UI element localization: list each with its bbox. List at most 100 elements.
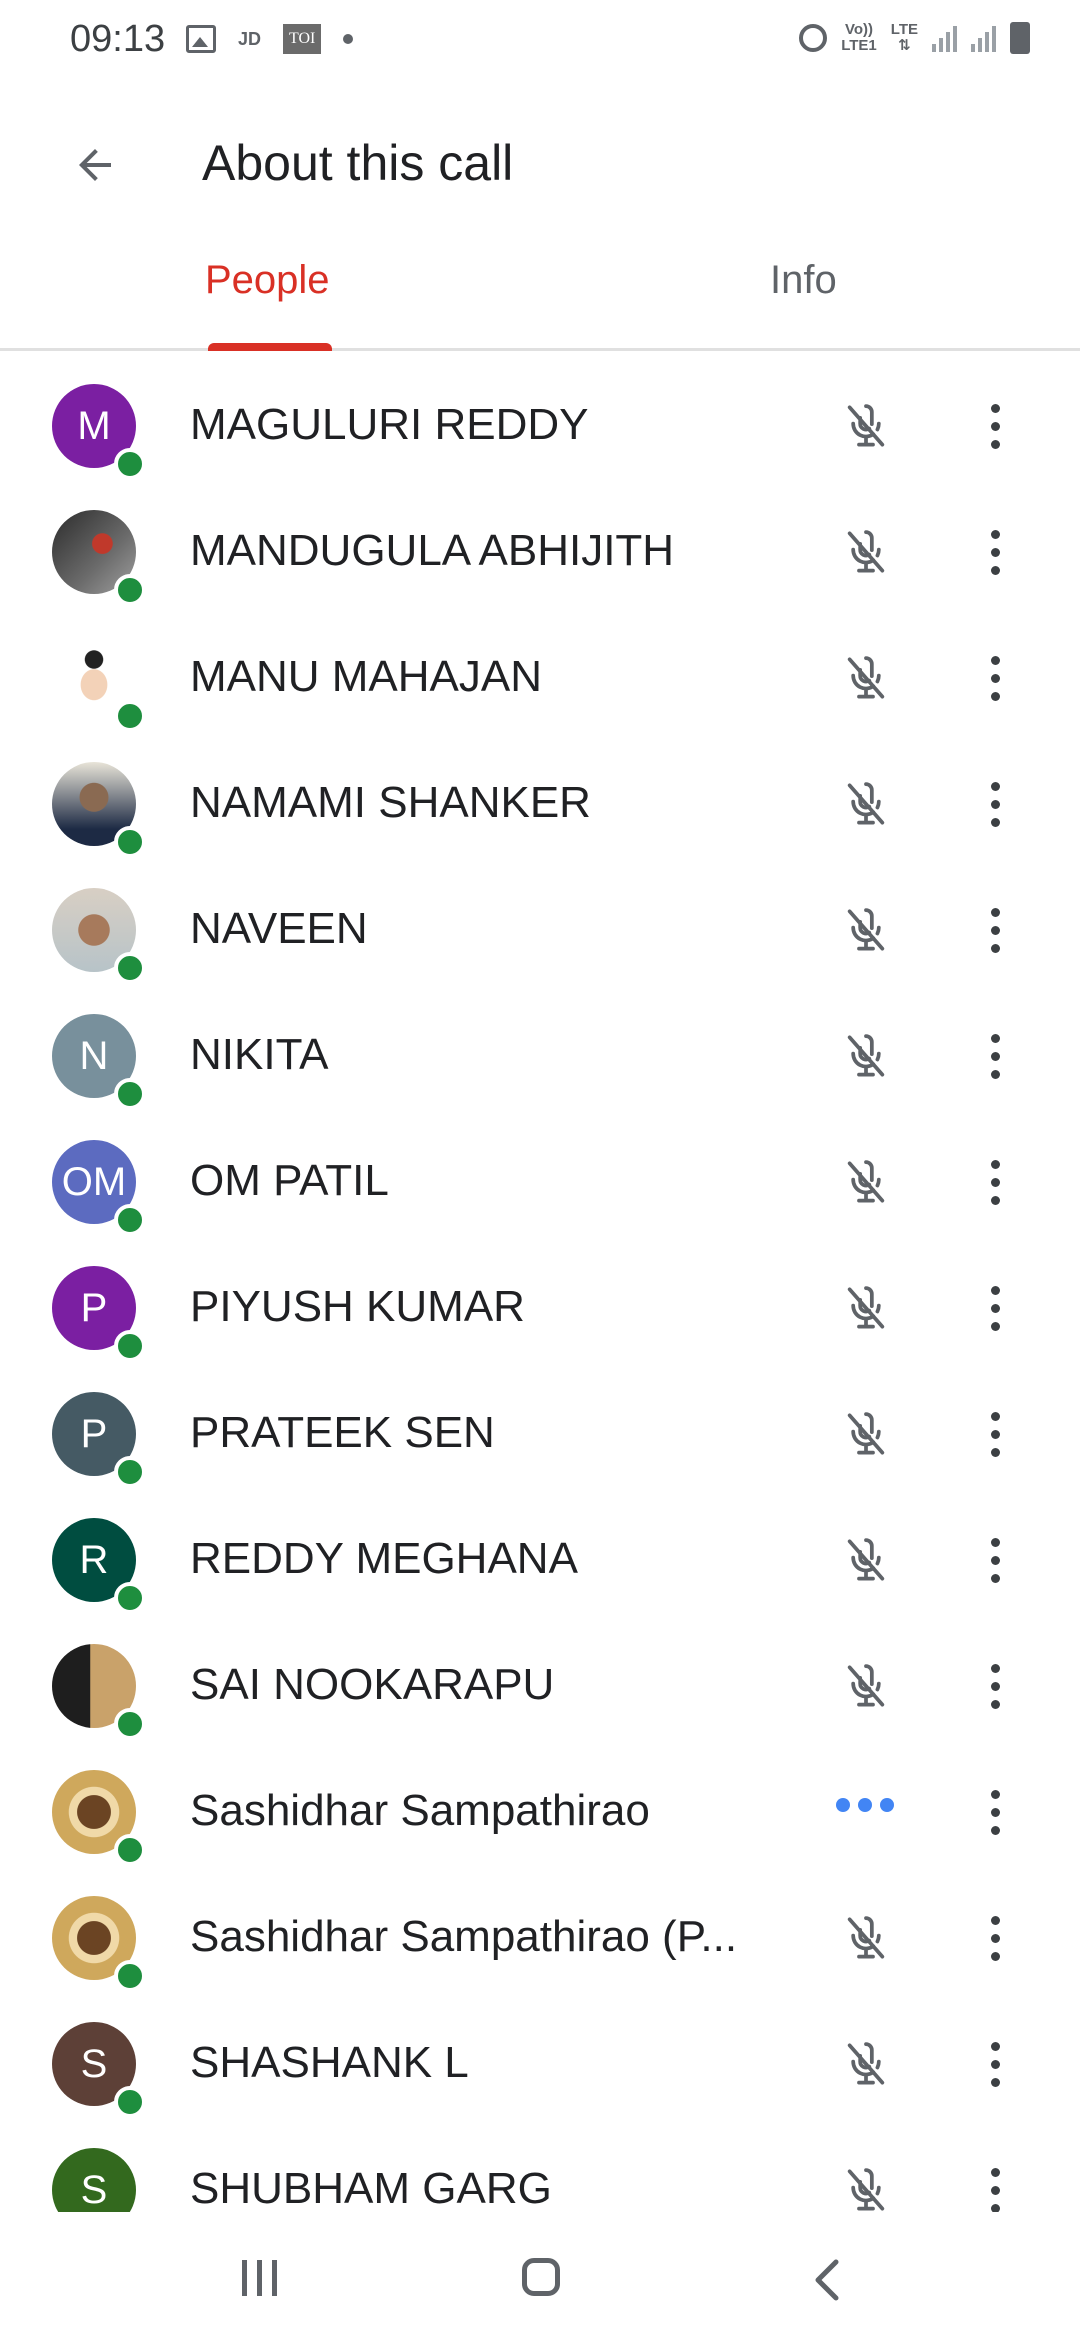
participant-row[interactable]: S SHASHANK L xyxy=(0,2000,1080,2126)
presence-indicator xyxy=(114,1960,146,1992)
recent-apps-icon[interactable] xyxy=(242,2260,277,2296)
presence-indicator xyxy=(114,826,146,858)
more-options-icon[interactable] xyxy=(970,1656,1020,1716)
more-options-icon[interactable] xyxy=(970,1908,1020,1968)
participant-name: MANU MAHAJAN xyxy=(190,652,543,701)
mic-off-icon xyxy=(847,1034,885,1077)
tab-bar: People Info xyxy=(0,240,1080,351)
more-options-icon[interactable] xyxy=(970,900,1020,960)
more-options-icon[interactable] xyxy=(970,2034,1020,2094)
participant-row[interactable]: S SHUBHAM GARG xyxy=(0,2126,1080,2212)
mic-off-icon xyxy=(847,404,885,447)
signal-icon xyxy=(971,24,996,52)
image-icon xyxy=(186,25,216,53)
avatar: S xyxy=(52,2148,136,2212)
avatar-initials: P xyxy=(80,1285,108,1330)
mic-off-icon xyxy=(847,530,885,573)
tab-info[interactable]: Info xyxy=(770,258,837,348)
app-bar: About this call xyxy=(0,110,1080,210)
presence-indicator xyxy=(114,574,146,606)
status-bar: 09:13 JD TOI Vo)) LTE1 LTE ⇅ xyxy=(0,0,1080,84)
mic-off-icon xyxy=(847,1538,885,1581)
participant-name: OM PATIL xyxy=(190,1156,389,1205)
more-options-icon[interactable] xyxy=(970,648,1020,708)
avatar-initials: R xyxy=(79,1537,109,1582)
participant-row[interactable]: MANU MAHAJAN xyxy=(0,614,1080,740)
more-options-icon[interactable] xyxy=(970,774,1020,834)
participant-row[interactable]: R REDDY MEGHANA xyxy=(0,1496,1080,1622)
presence-indicator xyxy=(114,1078,146,1110)
mic-off-icon xyxy=(847,1664,885,1707)
presence-indicator xyxy=(114,1834,146,1866)
participant-name: NAVEEN xyxy=(190,904,368,953)
more-options-icon[interactable] xyxy=(970,2160,1020,2212)
participant-name: SAI NOOKARAPU xyxy=(190,1660,555,1709)
participant-row[interactable]: P PIYUSH KUMAR xyxy=(0,1244,1080,1370)
participant-name: REDDY MEGHANA xyxy=(190,1534,578,1583)
participant-row[interactable]: NAMAMI SHANKER xyxy=(0,740,1080,866)
status-time: 09:13 xyxy=(70,18,166,60)
tab-people[interactable]: People xyxy=(205,258,330,348)
battery-icon xyxy=(1010,22,1030,54)
page-title: About this call xyxy=(202,135,514,191)
more-options-icon[interactable] xyxy=(970,1782,1020,1842)
more-options-icon[interactable] xyxy=(970,522,1020,582)
participant-row[interactable]: NAVEEN xyxy=(0,866,1080,992)
more-options-icon[interactable] xyxy=(970,1530,1020,1590)
volte-icon: Vo)) LTE1 xyxy=(841,21,877,54)
home-icon[interactable] xyxy=(522,2258,560,2296)
more-options-icon[interactable] xyxy=(970,396,1020,456)
participant-name: Sashidhar Sampathirao xyxy=(190,1786,650,1835)
arrow-back-icon xyxy=(79,149,111,181)
presence-indicator xyxy=(114,1204,146,1236)
toi-icon: TOI xyxy=(283,24,322,54)
dot-icon xyxy=(343,34,354,44)
participant-name: SHUBHAM GARG xyxy=(190,2164,552,2212)
participant-row[interactable]: Sashidhar Sampathirao (P... xyxy=(0,1874,1080,2000)
mic-off-icon xyxy=(847,1916,885,1959)
participant-row[interactable]: SAI NOOKARAPU xyxy=(0,1622,1080,1748)
participant-row[interactable]: MANDUGULA ABHIJITH xyxy=(0,488,1080,614)
participant-row[interactable]: OM OM PATIL xyxy=(0,1118,1080,1244)
signal-icon xyxy=(932,24,957,52)
status-right-icons: Vo)) LTE1 LTE ⇅ xyxy=(799,22,1030,54)
avatar-initials: S xyxy=(80,2167,108,2212)
presence-indicator xyxy=(114,1582,146,1614)
participant-row[interactable]: Sashidhar Sampathirao xyxy=(0,1748,1080,1874)
more-options-icon[interactable] xyxy=(970,1278,1020,1338)
mic-off-icon xyxy=(847,656,885,699)
mic-off-icon xyxy=(847,1286,885,1329)
speaking-indicator-icon xyxy=(836,1798,894,1812)
back-button[interactable] xyxy=(60,130,130,200)
participant-row[interactable]: M MAGULURI REDDY xyxy=(0,362,1080,488)
jd-icon: JD xyxy=(238,28,262,49)
presence-indicator xyxy=(114,1456,146,1488)
participant-list[interactable]: M MAGULURI REDDY MANDUGULA ABHIJITH MANU MA… xyxy=(0,362,1080,2212)
status-left-icons: JD TOI xyxy=(186,24,354,54)
avatar-initials: P xyxy=(80,1411,108,1456)
alarm-icon xyxy=(799,24,828,52)
participant-name: SHASHANK L xyxy=(190,2038,469,2087)
participant-name: MANDUGULA ABHIJITH xyxy=(190,526,675,575)
participant-name: MAGULURI REDDY xyxy=(190,400,589,449)
participant-name: NAMAMI SHANKER xyxy=(190,778,591,827)
more-options-icon[interactable] xyxy=(970,1152,1020,1212)
presence-indicator xyxy=(114,1330,146,1362)
more-options-icon[interactable] xyxy=(970,1026,1020,1086)
avatar-initials: S xyxy=(80,2041,108,2086)
mic-off-icon xyxy=(847,782,885,825)
avatar-initials: OM xyxy=(61,1159,127,1204)
back-icon[interactable] xyxy=(808,2256,848,2304)
presence-indicator xyxy=(114,2086,146,2118)
participant-name: NIKITA xyxy=(190,1030,329,1079)
participant-name: Sashidhar Sampathirao (P... xyxy=(190,1912,738,1961)
presence-indicator xyxy=(114,1708,146,1740)
participant-row[interactable]: N NIKITA xyxy=(0,992,1080,1118)
more-options-icon[interactable] xyxy=(970,1404,1020,1464)
lte-icon: LTE ⇅ xyxy=(890,21,918,54)
system-nav-bar xyxy=(0,2212,1080,2340)
mic-off-icon xyxy=(847,1412,885,1455)
tab-indicator xyxy=(208,343,332,351)
participant-row[interactable]: P PRATEEK SEN xyxy=(0,1370,1080,1496)
presence-indicator xyxy=(114,448,146,480)
